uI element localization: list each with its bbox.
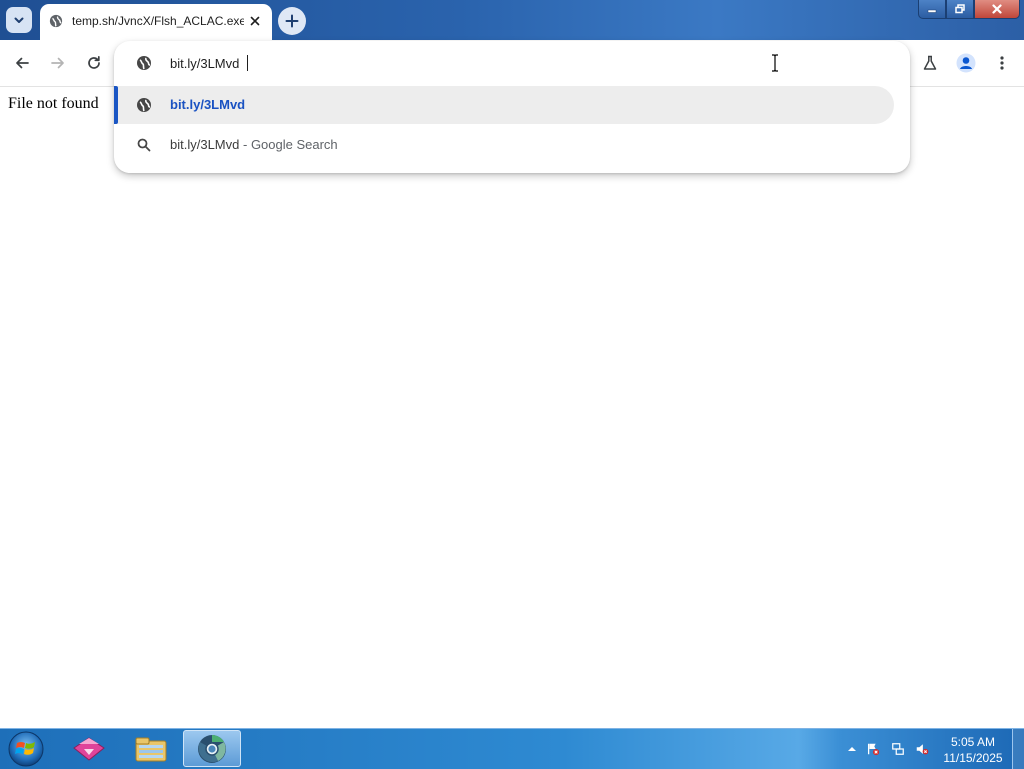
clock-date: 11/15/2025 — [943, 751, 1003, 765]
minimize-icon — [927, 9, 937, 13]
restore-button[interactable] — [946, 0, 974, 19]
suggestion-query: bit.ly/3LMvd — [170, 137, 240, 152]
tab-search-button[interactable] — [6, 7, 32, 33]
windows-start-icon[interactable] — [5, 729, 47, 769]
chevron-up-icon — [848, 747, 856, 751]
restore-icon — [955, 4, 965, 14]
tray-volume[interactable] — [915, 742, 929, 756]
omnibox-suggestion-search[interactable]: bit.ly/3LMvd - Google Search — [114, 126, 894, 164]
profile-button[interactable] — [956, 53, 976, 73]
reload-button[interactable] — [84, 53, 104, 73]
arrow-right-icon — [51, 57, 64, 69]
arrow-left-icon — [16, 57, 29, 69]
tab-title: temp.sh/JvncX/Flsh_ACLAC.exe — [72, 14, 244, 28]
page-body-text: File not found — [8, 95, 99, 112]
file-explorer-icon — [135, 737, 167, 761]
labs-button[interactable] — [920, 53, 940, 73]
windows-taskbar: 5:05 AM 11/15/2025 — [0, 728, 1024, 769]
media-player-icon — [73, 736, 105, 761]
suggestion-text: bit.ly/3LMvd - Google Search — [170, 137, 338, 152]
forward-button[interactable] — [48, 53, 68, 73]
plus-icon — [285, 14, 299, 28]
minimize-button[interactable] — [918, 0, 946, 19]
reload-icon — [88, 55, 100, 69]
close-icon[interactable] — [247, 13, 263, 29]
taskbar-clock[interactable]: 5:05 AM 11/15/2025 — [934, 734, 1012, 766]
taskbar-app-browser[interactable] — [183, 730, 241, 767]
tray-action-center[interactable] — [866, 742, 880, 756]
show-desktop-button[interactable] — [1012, 729, 1024, 769]
volume-muted-icon — [916, 744, 929, 755]
close-window-button[interactable] — [974, 0, 1020, 19]
search-icon — [137, 138, 151, 152]
avatar-icon — [956, 53, 976, 73]
browser-tab[interactable]: temp.sh/JvncX/Flsh_ACLAC.exe — [40, 4, 272, 40]
suggestion-engine: Google Search — [250, 137, 338, 152]
back-button[interactable] — [12, 53, 32, 73]
tray-network[interactable] — [891, 742, 905, 756]
tray-overflow-button[interactable] — [845, 742, 859, 756]
taskbar-app-explorer[interactable] — [122, 730, 180, 767]
menu-button[interactable] — [992, 53, 1012, 73]
network-icon — [892, 743, 904, 755]
text-caret — [247, 55, 248, 71]
omnibox-input[interactable] — [170, 54, 730, 72]
chevron-down-icon — [14, 17, 24, 23]
browser-titlebar: temp.sh/JvncX/Flsh_ACLAC.exe — [0, 0, 1024, 40]
selection-indicator — [114, 86, 118, 124]
suggestion-separator: - — [239, 137, 251, 152]
window-controls — [918, 0, 1020, 19]
flask-icon — [923, 55, 937, 70]
text-cursor-icon — [772, 54, 778, 72]
close-icon — [992, 4, 1002, 14]
new-tab-button[interactable] — [278, 7, 306, 35]
browser-icon — [198, 734, 226, 763]
omnibox-suggestion-url[interactable]: bit.ly/3LMvd — [114, 86, 894, 124]
flag-alert-icon — [867, 743, 880, 756]
more-vert-icon — [1000, 56, 1004, 70]
taskbar-app-media[interactable] — [60, 730, 118, 767]
suggestion-text: bit.ly/3LMvd — [170, 97, 246, 112]
globe-icon — [137, 56, 151, 70]
omnibox-input-row[interactable] — [114, 41, 910, 85]
omnibox-dropdown: bit.ly/3LMvd bit.ly/3LMvd - Google Searc… — [114, 41, 910, 173]
globe-icon — [49, 14, 63, 28]
globe-icon — [137, 98, 151, 112]
clock-time: 5:05 AM — [950, 735, 996, 749]
